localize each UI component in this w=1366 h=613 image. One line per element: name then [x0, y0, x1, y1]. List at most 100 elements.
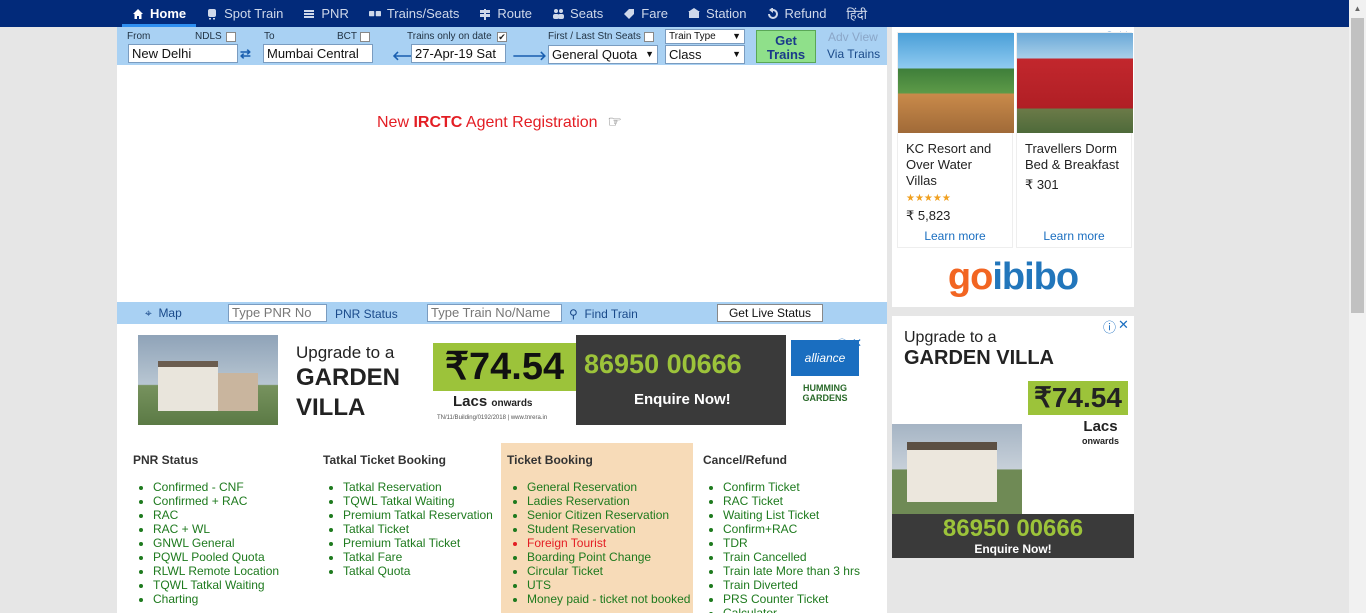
adv-view-link[interactable]: Adv View	[828, 30, 878, 44]
side-ad-headline: Upgrade to a GARDEN VILLA	[904, 328, 1054, 370]
nav-item-station[interactable]: Station	[678, 0, 756, 27]
list-item[interactable]: Tatkal Ticket	[343, 522, 497, 536]
nav-item-trains-seats[interactable]: Trains/Seats	[359, 0, 470, 27]
list-icon	[303, 8, 315, 20]
list-item[interactable]: RAC	[153, 508, 297, 522]
from-station-input[interactable]: New Delhi	[128, 44, 238, 63]
list-item[interactable]: Waiting List Ticket	[723, 508, 877, 522]
quota-select[interactable]: General Quota ▼	[548, 45, 658, 64]
train-search-input[interactable]: Type Train No/Name	[427, 304, 562, 322]
banner-registration: TN/11/Building/0192/2018 | www.tnrera.in	[437, 415, 548, 421]
list-item[interactable]: Calculator	[723, 606, 877, 613]
column-heading: Ticket Booking	[507, 453, 593, 467]
promo-prefix: New	[377, 114, 414, 131]
date-only-checkbox[interactable]: ✔	[497, 32, 507, 42]
list-item[interactable]: Foreign Tourist	[527, 536, 693, 550]
list-item[interactable]: Confirmed - CNF	[153, 480, 297, 494]
agent-registration-promo[interactable]: New IRCTC Agent Registration ☞	[377, 112, 622, 132]
list-item[interactable]: Boarding Point Change	[527, 550, 693, 564]
link-list: General ReservationLadies ReservationSen…	[507, 480, 693, 606]
top-navigation: Home Spot Train PNR Trains/Seats Route Seats F…	[0, 0, 1366, 27]
nav-item-label: Seats	[570, 6, 604, 21]
list-item[interactable]: Ladies Reservation	[527, 494, 693, 508]
list-item[interactable]: Senior Citizen Reservation	[527, 508, 693, 522]
list-item[interactable]: GNWL General	[153, 536, 297, 550]
learn-more-link[interactable]: Learn more	[898, 229, 1012, 243]
pnr-input[interactable]: Type PNR No	[228, 304, 327, 322]
get-live-status-button[interactable]: Get Live Status	[717, 304, 823, 322]
pnr-status-button[interactable]: PNR Status	[335, 307, 398, 321]
from-code-checkbox[interactable]	[226, 32, 236, 42]
list-item[interactable]: PRS Counter Ticket	[723, 592, 877, 606]
hotel-card[interactable]: KC Resort and Over Water Villas ★★★★★ ₹ …	[897, 32, 1014, 248]
villa-banner-ad[interactable]: Upgrade to a GARDEN VILLA ₹74.54 Lacs on…	[138, 335, 866, 425]
first-last-stn-checkbox[interactable]	[644, 32, 654, 42]
banner-price-block: ₹74.54 Lacs onwards TN/11/Building/0192/…	[433, 335, 576, 425]
list-item[interactable]: TQWL Tatkal Waiting	[343, 494, 497, 508]
banner-upgrade-text: Upgrade to a GARDEN VILLA	[278, 335, 433, 425]
villa-side-ad[interactable]: ⓘ ✕ Upgrade to a GARDEN VILLA ₹74.54 Lacs…	[892, 316, 1134, 558]
nav-item-hindi[interactable]: हिंदी	[836, 0, 877, 27]
list-item[interactable]: Money paid - ticket not booked	[527, 592, 693, 606]
nav-item-route[interactable]: Route	[469, 0, 542, 27]
hotel-photo	[898, 33, 1014, 133]
to-station-input[interactable]: Mumbai Central	[263, 44, 373, 63]
page-scrollbar[interactable]: ▲	[1349, 0, 1366, 613]
list-item[interactable]: Confirmed + RAC	[153, 494, 297, 508]
banner-onwards: onwards	[491, 398, 533, 409]
list-item[interactable]: Student Reservation	[527, 522, 693, 536]
list-item[interactable]: Charting	[153, 592, 297, 606]
list-item[interactable]: Confirm+RAC	[723, 522, 877, 536]
list-item[interactable]: UTS	[527, 578, 693, 592]
journey-date-input[interactable]: 27-Apr-19 Sat	[411, 44, 506, 63]
nav-item-pnr[interactable]: PNR	[293, 0, 358, 27]
list-item[interactable]: RAC + WL	[153, 522, 297, 536]
list-item[interactable]: RAC Ticket	[723, 494, 877, 508]
swap-stations-icon[interactable]: ⇄	[240, 46, 251, 62]
humming-gardens-logo: HUMMING GARDENS	[791, 383, 859, 403]
list-item[interactable]: TDR	[723, 536, 877, 550]
class-select[interactable]: Class ▼	[665, 45, 745, 64]
list-item[interactable]: Train Diverted	[723, 578, 877, 592]
train-type-select[interactable]: Train Type ▼	[665, 29, 745, 44]
first-last-stn-label: First / Last Stn Seats	[548, 31, 641, 42]
nav-item-spot-train[interactable]: Spot Train	[196, 0, 293, 27]
list-item[interactable]: Tatkal Quota	[343, 564, 497, 578]
nav-item-home[interactable]: Home	[122, 0, 197, 27]
next-date-arrow-icon[interactable]: 🡒	[512, 48, 547, 64]
banner-phone-block: 86950 00666 Enquire Now!	[576, 335, 786, 425]
banner-price: ₹74.54	[433, 343, 576, 391]
to-code-checkbox[interactable]	[360, 32, 370, 42]
list-item[interactable]: Train Cancelled	[723, 550, 877, 564]
banner-lacs-word: Lacs	[453, 393, 488, 410]
learn-more-link[interactable]: Learn more	[1017, 229, 1131, 243]
list-item[interactable]: Premium Tatkal Ticket	[343, 536, 497, 550]
list-item[interactable]: Confirm Ticket	[723, 480, 877, 494]
link-column-pnr-status: PNR Status Confirmed - CNFConfirmed + RAC…	[127, 443, 297, 606]
scroll-up-arrow-icon[interactable]: ▲	[1349, 0, 1366, 17]
nav-item-label: Home	[150, 6, 187, 21]
list-item[interactable]: Tatkal Reservation	[343, 480, 497, 494]
list-item[interactable]: Train late More than 3 hrs	[723, 564, 877, 578]
list-item[interactable]: Tatkal Fare	[343, 550, 497, 564]
list-item[interactable]: General Reservation	[527, 480, 693, 494]
hotel-card[interactable]: Travellers Dorm Bed & Breakfast ₹ 301 Le…	[1016, 32, 1133, 248]
list-item[interactable]: PQWL Pooled Quota	[153, 550, 297, 564]
side-ad-contact: 86950 00666 Enquire Now!	[892, 514, 1134, 558]
nav-item-fare[interactable]: Fare	[613, 0, 678, 27]
get-trains-button[interactable]: Get Trains	[756, 30, 816, 63]
list-item[interactable]: Circular Ticket	[527, 564, 693, 578]
scrollbar-thumb[interactable]	[1351, 18, 1364, 313]
map-link[interactable]: ⌖ Map	[145, 306, 182, 321]
nav-item-refund[interactable]: Refund	[757, 0, 837, 27]
nav-item-seats[interactable]: Seats	[542, 0, 613, 27]
list-item[interactable]: RLWL Remote Location	[153, 564, 297, 578]
hotel-ad-panel[interactable]: ⓘ ✕ KC Resort and Over Water Villas ★★★★…	[892, 27, 1134, 307]
find-train-button[interactable]: ⚲ Find Train	[569, 307, 638, 321]
goibibo-logo-go: go	[947, 256, 993, 298]
list-item[interactable]: Premium Tatkal Reservation	[343, 508, 497, 522]
class-value: Class	[669, 47, 702, 62]
via-trains-link[interactable]: Via Trains	[827, 47, 880, 61]
list-item[interactable]: TQWL Tatkal Waiting	[153, 578, 297, 592]
home-icon	[132, 8, 144, 20]
